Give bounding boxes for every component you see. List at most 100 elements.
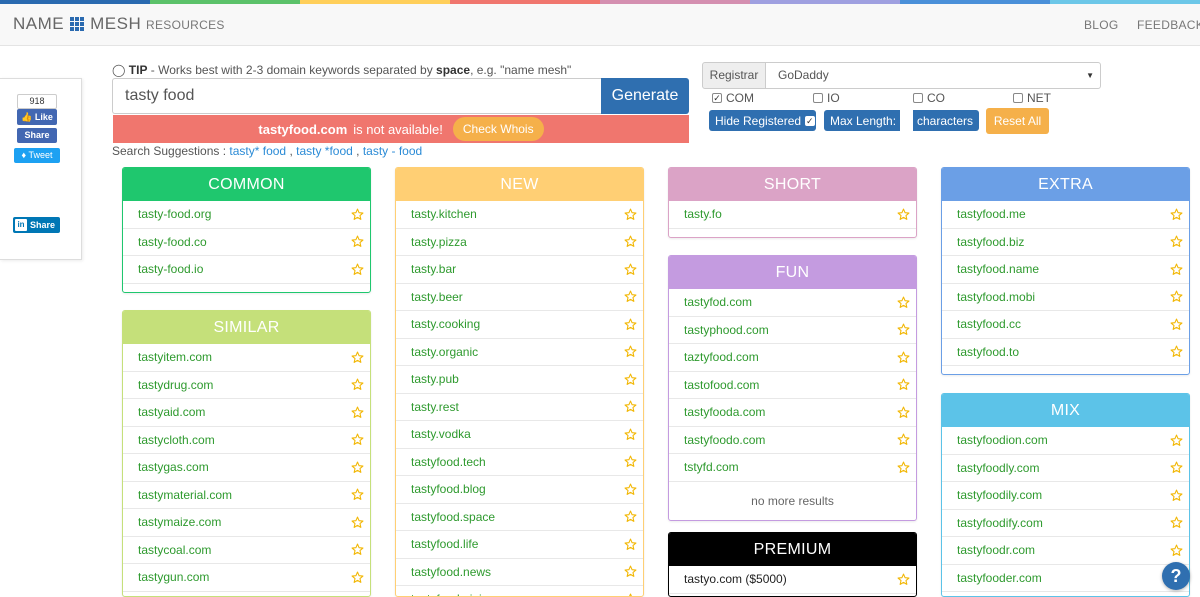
domain-row[interactable]: tastyfoodify.com: [942, 510, 1189, 537]
domain-row[interactable]: tastyo.com ($5000): [669, 566, 916, 594]
domain-row[interactable]: taztyfood.com: [669, 344, 916, 372]
domain-row[interactable]: tasty.bar: [396, 256, 643, 284]
star-icon[interactable]: [897, 378, 910, 391]
domain-row[interactable]: tastyfood.cc: [942, 311, 1189, 339]
star-icon[interactable]: [624, 263, 637, 276]
star-icon[interactable]: [1170, 345, 1183, 358]
domain-row[interactable]: tastydrug.com: [123, 372, 370, 399]
twitter-tweet-button[interactable]: ♦ Tweet: [14, 148, 60, 163]
domain-row[interactable]: tasty-food.io: [123, 256, 370, 284]
star-icon[interactable]: [351, 571, 364, 584]
star-icon[interactable]: [624, 208, 637, 221]
star-icon[interactable]: [897, 323, 910, 336]
domain-row[interactable]: tasty.cooking: [396, 311, 643, 339]
domain-row[interactable]: tastyfood.mobi: [942, 284, 1189, 311]
star-icon[interactable]: [351, 461, 364, 474]
search-input[interactable]: [112, 78, 602, 114]
tld-checkbox-io[interactable]: IO: [813, 91, 840, 105]
star-icon[interactable]: [897, 573, 910, 586]
domain-row[interactable]: tastyaid.com: [123, 399, 370, 427]
suggestion-link[interactable]: tasty* food: [229, 144, 286, 158]
domain-row[interactable]: tastycloth.com: [123, 427, 370, 454]
star-icon[interactable]: [624, 235, 637, 248]
domain-row[interactable]: tasty.beer: [396, 284, 643, 311]
star-icon[interactable]: [624, 400, 637, 413]
domain-row[interactable]: tastymaize.com: [123, 509, 370, 537]
domain-row[interactable]: tastyfoodily.com: [942, 482, 1189, 510]
star-icon[interactable]: [1170, 235, 1183, 248]
tld-checkbox-com[interactable]: ✓ COM: [712, 91, 754, 105]
domain-row[interactable]: tasty.pizza: [396, 229, 643, 256]
star-icon[interactable]: [897, 406, 910, 419]
domain-row[interactable]: tastyfood.ninja: [396, 586, 643, 596]
star-icon[interactable]: [624, 483, 637, 496]
star-icon[interactable]: [351, 543, 364, 556]
hide-registered-toggle[interactable]: Hide Registered ✓: [709, 110, 816, 131]
logo[interactable]: NAME MESH: [13, 14, 141, 34]
domain-row[interactable]: tasty-food.co: [123, 229, 370, 256]
star-icon[interactable]: [351, 208, 364, 221]
registrar-select[interactable]: GoDaddy ▼: [765, 62, 1101, 89]
star-icon[interactable]: [624, 455, 637, 468]
domain-row[interactable]: tasty-food.org: [123, 201, 370, 229]
tld-checkbox-co[interactable]: CO: [913, 91, 945, 105]
domain-row[interactable]: tastyfood.name: [942, 256, 1189, 284]
domain-row[interactable]: tasty.kitchen: [396, 201, 643, 229]
star-icon[interactable]: [1170, 544, 1183, 557]
domain-row[interactable]: tastofood.com: [669, 372, 916, 399]
domain-row[interactable]: tastyfood.me: [942, 201, 1189, 229]
domain-row[interactable]: tastyfood.biz: [942, 229, 1189, 256]
star-icon[interactable]: [1170, 263, 1183, 276]
nav-blog[interactable]: BLOG: [1084, 18, 1119, 32]
star-icon[interactable]: [624, 538, 637, 551]
star-icon[interactable]: [897, 433, 910, 446]
generate-button[interactable]: Generate: [601, 78, 689, 114]
star-icon[interactable]: [351, 406, 364, 419]
max-length-input[interactable]: [900, 110, 913, 131]
star-icon[interactable]: [1170, 208, 1183, 221]
domain-row[interactable]: tastyfood.life: [396, 531, 643, 559]
domain-row[interactable]: tastyitem.com: [123, 344, 370, 372]
domain-row[interactable]: tastyfod.com: [669, 289, 916, 317]
domain-row[interactable]: tastyphood.com: [669, 317, 916, 344]
star-icon[interactable]: [1170, 516, 1183, 529]
star-icon[interactable]: [624, 593, 637, 596]
star-icon[interactable]: [897, 461, 910, 474]
domain-row[interactable]: tastymaterial.com: [123, 482, 370, 509]
domain-row[interactable]: tastyfood.news: [396, 559, 643, 586]
domain-row[interactable]: tasty.fo: [669, 201, 916, 229]
reset-all-button[interactable]: Reset All: [986, 108, 1049, 134]
check-whois-button[interactable]: Check Whois: [452, 117, 544, 141]
star-icon[interactable]: [624, 345, 637, 358]
star-icon[interactable]: [351, 351, 364, 364]
domain-row[interactable]: tastyfood.to: [942, 339, 1189, 366]
star-icon[interactable]: [624, 318, 637, 331]
star-icon[interactable]: [624, 290, 637, 303]
star-icon[interactable]: [1170, 318, 1183, 331]
star-icon[interactable]: [1170, 290, 1183, 303]
star-icon[interactable]: [624, 373, 637, 386]
domain-row[interactable]: tasty.vodka: [396, 421, 643, 449]
star-icon[interactable]: [351, 235, 364, 248]
domain-row[interactable]: tastyfood.tech: [396, 449, 643, 476]
star-icon[interactable]: [351, 378, 364, 391]
star-icon[interactable]: [897, 296, 910, 309]
domain-row[interactable]: tastyfoodo.com: [669, 427, 916, 454]
domain-row[interactable]: tastyfoodion.com: [942, 427, 1189, 455]
domain-row[interactable]: tastygas.com: [123, 454, 370, 482]
domain-row[interactable]: tstyfd.com: [669, 454, 916, 482]
suggestion-link[interactable]: tasty *food: [296, 144, 353, 158]
domain-row[interactable]: tastycoal.com: [123, 537, 370, 564]
domain-row[interactable]: tasty.organic: [396, 339, 643, 366]
star-icon[interactable]: [624, 565, 637, 578]
star-icon[interactable]: [1170, 461, 1183, 474]
nav-resources[interactable]: RESOURCES: [146, 18, 225, 32]
facebook-share-button[interactable]: Share: [17, 128, 57, 143]
domain-row[interactable]: tastyfoodr.com: [942, 537, 1189, 565]
domain-row[interactable]: tastyfood.space: [396, 504, 643, 531]
star-icon[interactable]: [351, 263, 364, 276]
domain-row[interactable]: tastyfood.blog: [396, 476, 643, 504]
star-icon[interactable]: [624, 510, 637, 523]
domain-row[interactable]: tastyfooder.com: [942, 565, 1189, 592]
star-icon[interactable]: [897, 351, 910, 364]
